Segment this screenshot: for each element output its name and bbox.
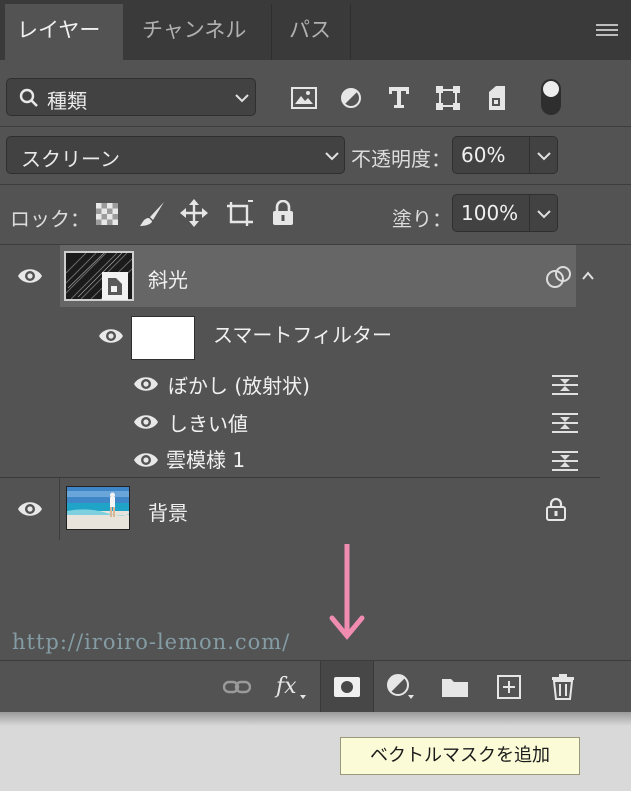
bottom-toolbar: fx [0, 660, 631, 712]
divider [529, 195, 530, 231]
tab-layers[interactable]: レイヤー [5, 4, 123, 60]
adjustment-icon [387, 674, 414, 699]
blending-options-icon[interactable] [552, 413, 578, 433]
pixel-layer-filter-icon[interactable] [291, 87, 317, 109]
visibility-eye-icon[interactable] [133, 451, 159, 469]
filter-kind-select[interactable]: 種類 [6, 78, 256, 116]
fx-icon: fx [274, 674, 306, 699]
down-arrow-icon [328, 542, 366, 642]
tooltip: ベクトルマスクを追加 [340, 737, 580, 775]
visibility-eye-icon[interactable] [133, 375, 159, 393]
svg-text:fx: fx [274, 674, 297, 699]
panel-menu-icon[interactable] [596, 22, 620, 38]
smart-filter-mask-thumbnail[interactable] [131, 316, 195, 360]
visibility-eye-icon[interactable] [98, 327, 124, 345]
divider [0, 184, 631, 185]
chevron-down-icon[interactable] [537, 209, 551, 219]
lock-position-icon[interactable] [180, 199, 208, 227]
divider [529, 137, 530, 173]
lock-artboard-icon[interactable] [225, 200, 255, 228]
opacity-label: 不透明度： [351, 147, 451, 171]
divider [0, 126, 631, 127]
smart-filters-row[interactable]: スマートフィルター [0, 307, 600, 363]
shape-layer-filter-icon[interactable] [436, 86, 460, 110]
visibility-eye-icon[interactable] [17, 267, 43, 285]
lock-transparent-pixels-icon[interactable] [96, 203, 118, 225]
fill-value: 100% [461, 201, 519, 225]
tab-paths[interactable]: パス [271, 4, 351, 60]
chevron-down-icon [325, 151, 339, 161]
tab-paths-label: パス [289, 18, 331, 42]
opacity-field[interactable]: 60% [452, 136, 558, 174]
chevron-down-icon [235, 93, 249, 103]
filter-kind-label: 種類 [47, 89, 87, 113]
lock-image-pixels-icon[interactable] [138, 200, 166, 228]
adjustment-layer-filter-icon[interactable] [340, 87, 362, 109]
new-layer-button[interactable] [484, 661, 534, 712]
filter-row[interactable]: ぼかし (放射状) [0, 365, 600, 403]
toggle-knob [543, 81, 559, 97]
new-adjustment-layer-button[interactable] [376, 661, 426, 712]
panel-shadow [0, 712, 631, 726]
visibility-eye-icon[interactable] [133, 413, 159, 431]
tab-channels[interactable]: チャンネル [124, 4, 270, 60]
smart-filters-label: スマートフィルター [213, 323, 392, 347]
fill-field[interactable]: 100% [452, 194, 558, 232]
divider [59, 478, 60, 540]
delete-layer-button[interactable] [538, 661, 588, 712]
layer-row-background[interactable]: 背景 [0, 478, 600, 540]
layers-panel: レイヤー チャンネル パス 種類 スクリーン 不透明度： 60% ロック： 塗り… [0, 0, 631, 712]
trash-icon [552, 674, 574, 700]
new-group-button[interactable] [430, 661, 480, 712]
layer-name[interactable]: 背景 [148, 497, 188, 526]
tab-channels-label: チャンネル [142, 18, 247, 42]
blending-options-icon[interactable] [552, 451, 578, 471]
selected-row-highlight [60, 245, 576, 307]
collapse-chevron-icon[interactable] [582, 271, 594, 280]
scrollbar-track[interactable] [600, 245, 631, 541]
filter-name: ぼかし (放射状) [168, 374, 310, 398]
blending-options-icon[interactable] [552, 375, 578, 395]
lock-label: ロック： [10, 207, 90, 231]
layer-name[interactable]: 斜光 [148, 264, 188, 293]
lock-all-icon[interactable] [272, 200, 294, 226]
filter-toggle-switch[interactable] [541, 79, 561, 115]
background-layer-thumbnail[interactable] [66, 486, 130, 530]
smart-object-badge-icon [102, 272, 128, 300]
opacity-value: 60% [461, 143, 506, 167]
smart-filter-indicator-icon [546, 266, 572, 288]
filter-row[interactable]: 雲模様 1 [0, 441, 600, 477]
visibility-eye-icon[interactable] [17, 500, 43, 518]
folder-icon [442, 679, 468, 697]
search-icon [19, 88, 39, 108]
lock-icon [546, 497, 566, 521]
link-icon [223, 680, 251, 694]
layer-style-button[interactable]: fx [266, 661, 316, 712]
tab-bar: レイヤー チャンネル パス [0, 0, 631, 60]
watermark: http://iroiro-lemon.com/ [12, 630, 291, 654]
mask-icon [334, 677, 360, 697]
layer-row-smart-object[interactable]: 斜光 [0, 245, 600, 307]
link-layers-button[interactable] [212, 661, 262, 712]
fill-label: 塗り： [392, 207, 452, 231]
type-layer-filter-icon[interactable] [388, 86, 410, 110]
blend-mode-value: スクリーン [21, 147, 120, 171]
filter-name: しきい値 [168, 412, 248, 436]
add-vector-mask-button[interactable] [320, 661, 374, 712]
plus-square-icon [497, 675, 521, 699]
chevron-down-icon[interactable] [537, 151, 551, 161]
smart-object-filter-icon[interactable] [486, 86, 508, 110]
filter-name: 雲模様 1 [166, 448, 246, 472]
blend-mode-select[interactable]: スクリーン [6, 136, 345, 174]
filter-row[interactable]: しきい値 [0, 403, 600, 441]
layer-list: 斜光 スマートフィルター ぼかし (放射状) しきい値 雲模様 1 背景 [0, 245, 600, 541]
tab-layers-label: レイヤー [17, 18, 101, 42]
